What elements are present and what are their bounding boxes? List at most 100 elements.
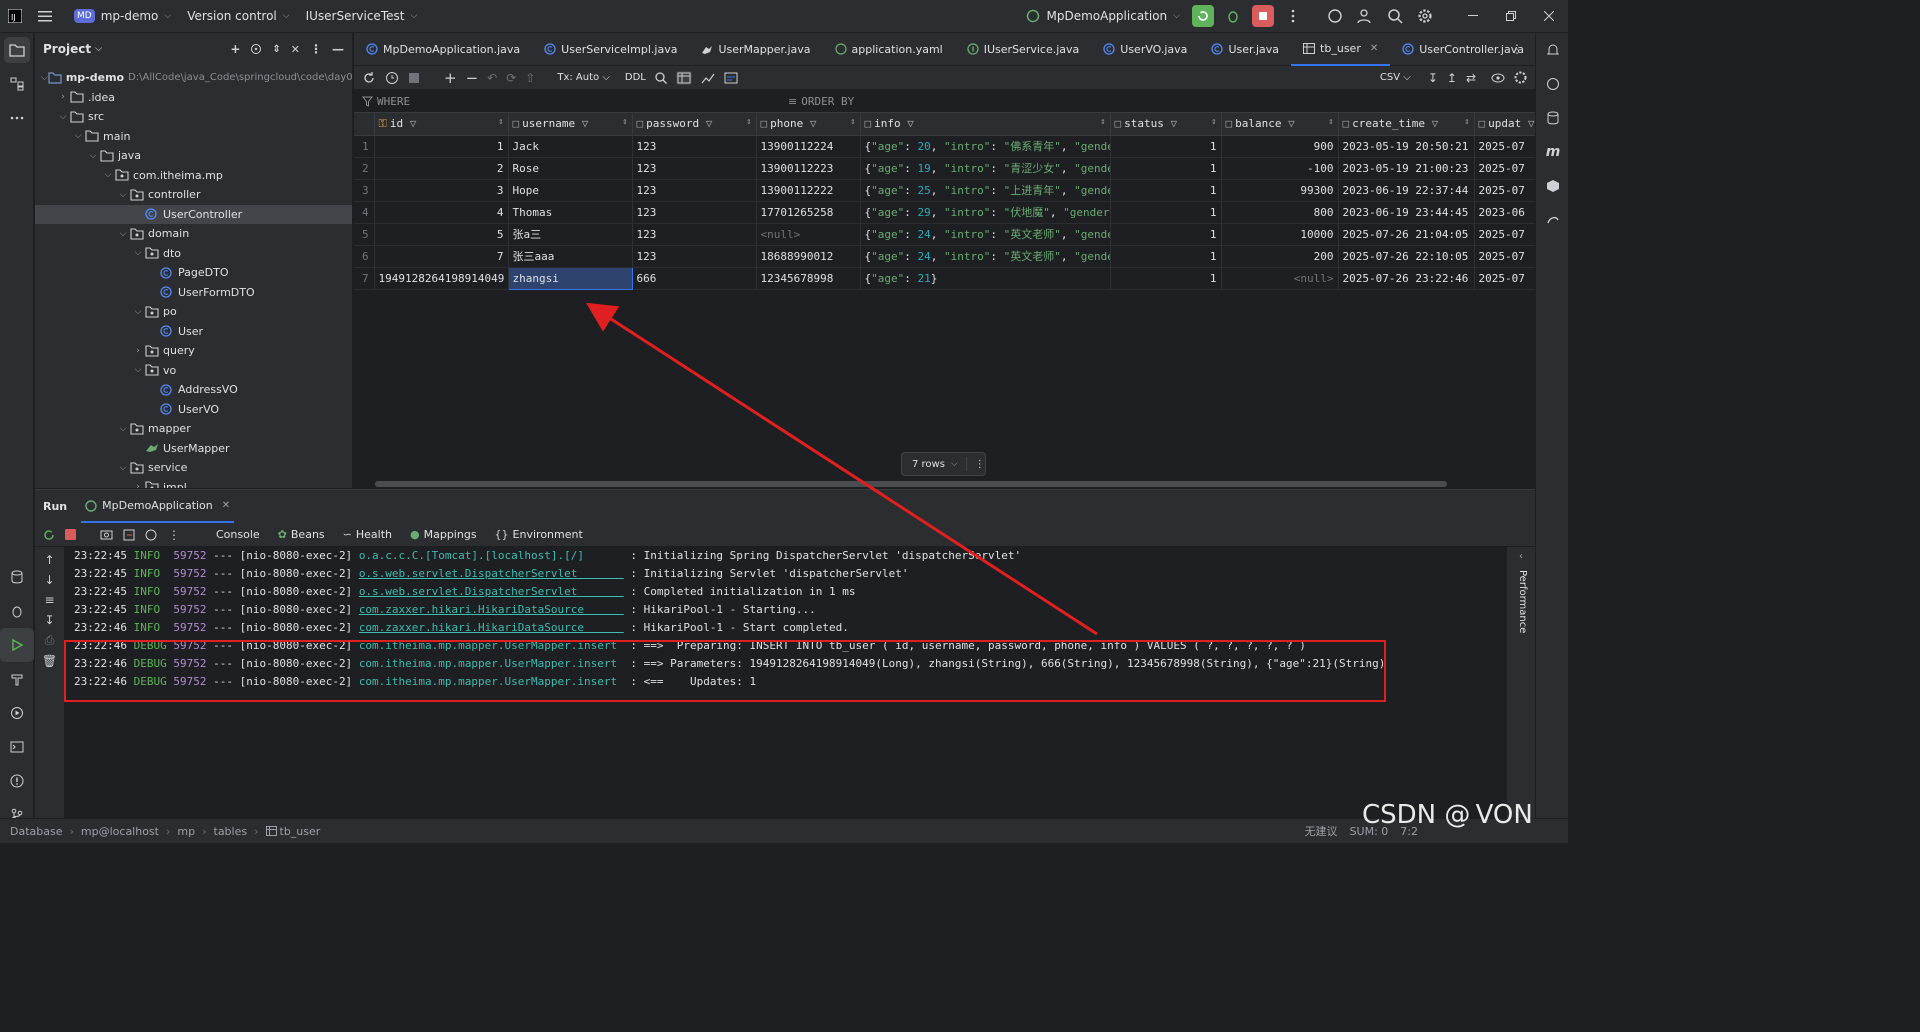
cell-id[interactable]: 4: [374, 201, 509, 224]
gradle-icon[interactable]: [1536, 203, 1570, 237]
cell-info[interactable]: {"age": 19, "intro": "青涩少女", "gender": [860, 157, 1111, 180]
tree-item-po[interactable]: ⌵ po: [35, 302, 352, 322]
collapse-left-icon[interactable]: ‹: [1507, 547, 1535, 562]
dump-icon[interactable]: [145, 529, 158, 541]
tree-item-domain[interactable]: ⌵ domain: [35, 224, 352, 244]
cell-phone[interactable]: 18688990012: [756, 245, 861, 268]
cell-create-time[interactable]: 2023-06-19 22:37:44: [1338, 179, 1475, 202]
sort-arrows-icon[interactable]: ⇕: [1464, 117, 1469, 127]
tab-iuserservice-java[interactable]: IUserService.java: [955, 33, 1092, 66]
breadcrumb-item[interactable]: tables: [214, 825, 248, 838]
column-filter-icon[interactable]: ▽: [706, 117, 713, 130]
table-row[interactable]: 3 3 Hope 123 13900112222 {"age": 25, "intro":…: [354, 179, 1535, 202]
tree-root[interactable]: ⌵ mp-demo D:\AllCode\java_Code\springcloud…: [35, 68, 352, 88]
cell-update-time[interactable]: 2025-07: [1474, 223, 1535, 246]
tree-item-user[interactable]: User: [35, 322, 352, 342]
tree-item--idea[interactable]: › .idea: [35, 88, 352, 108]
project-folder-icon[interactable]: [4, 37, 30, 63]
cell-password[interactable]: 123: [632, 157, 757, 180]
cell-id[interactable]: 1: [374, 135, 509, 158]
column-header-password[interactable]: □ password ▽ ⇕: [632, 113, 757, 136]
cell-create-time[interactable]: 2025-07-26 22:10:05: [1338, 245, 1475, 268]
build-hammer-icon[interactable]: [0, 662, 34, 696]
add-row-icon[interactable]: +: [444, 69, 457, 87]
sort-arrows-icon[interactable]: ⇕: [1328, 117, 1333, 127]
rows-more-icon[interactable]: ⋮: [975, 459, 985, 470]
column-header-username[interactable]: □ username ▽ ⇕: [508, 113, 633, 136]
cell-username[interactable]: zhangsi: [507, 266, 633, 290]
tab-tb-user[interactable]: tb_user ✕: [1291, 33, 1391, 66]
camera-icon[interactable]: [100, 529, 113, 540]
scroll-to-end-icon[interactable]: ↧: [44, 613, 54, 627]
delete-row-icon[interactable]: −: [466, 69, 479, 87]
column-filter-icon[interactable]: ▽: [1171, 117, 1178, 130]
cell-create-time[interactable]: 2023-05-19 21:00:23: [1338, 157, 1475, 180]
breadcrumb-item[interactable]: mp: [177, 825, 195, 838]
column-header-phone[interactable]: □ phone ▽ ⇕: [756, 113, 861, 136]
run-tab-health[interactable]: ∽ Health: [343, 528, 392, 541]
tree-item-dto[interactable]: ⌵ dto: [35, 244, 352, 264]
column-filter-icon[interactable]: ▽: [410, 117, 417, 130]
cell-balance[interactable]: 900: [1221, 135, 1339, 158]
main-menu-icon[interactable]: [30, 0, 60, 33]
tree-item-mapper[interactable]: ⌵ mapper: [35, 419, 352, 439]
sort-arrows-icon[interactable]: ⇕: [1100, 117, 1105, 127]
tree-item-usermapper[interactable]: UserMapper: [35, 439, 352, 459]
history-icon[interactable]: [385, 71, 399, 85]
collapse-all-icon[interactable]: ✕: [291, 43, 300, 56]
log-logger[interactable]: o.a.c.c.C.[Tomcat].[localhost].[/]: [359, 549, 624, 562]
maven-icon[interactable]: m: [1536, 135, 1570, 169]
log-logger[interactable]: com.zaxxer.hikari.HikariDataSource: [359, 621, 624, 634]
cell-update-time[interactable]: 2023-06: [1474, 201, 1535, 224]
clear-trash-icon[interactable]: 🗑: [42, 654, 57, 668]
database-icon[interactable]: [0, 560, 34, 594]
cell-password[interactable]: 123: [632, 179, 757, 202]
breadcrumb-item[interactable]: tb_user: [280, 825, 321, 838]
tab-uservo-java[interactable]: UserVO.java: [1091, 33, 1199, 66]
cell-phone[interactable]: 12345678998: [756, 267, 861, 290]
submit-icon[interactable]: ⇧: [525, 71, 535, 85]
cell-phone[interactable]: 13900112223: [756, 157, 861, 180]
cell-info[interactable]: {"age": 24, "intro": "英文老师", "gender": [860, 223, 1111, 246]
cell-info[interactable]: {"age": 24, "intro": "英文老师", "gender": [860, 245, 1111, 268]
cell-update-time[interactable]: 2025-07: [1474, 267, 1535, 290]
sort-arrows-icon[interactable]: ⇕: [850, 117, 855, 127]
cell-username[interactable]: Hope: [508, 179, 633, 202]
problems-icon[interactable]: [0, 764, 34, 798]
cell-balance[interactable]: -100: [1221, 157, 1339, 180]
add-user-icon[interactable]: [1350, 0, 1380, 33]
download-icon[interactable]: ↧: [1428, 71, 1438, 85]
notifications-bell-icon[interactable]: [1536, 33, 1570, 67]
column-filter-icon[interactable]: ▽: [582, 117, 589, 130]
tree-item-vo[interactable]: ⌵ vo: [35, 361, 352, 381]
column-filter-icon[interactable]: ▽: [907, 117, 914, 130]
column-header-balance[interactable]: □ balance ▽ ⇕: [1221, 113, 1339, 136]
more-tools-icon[interactable]: [0, 101, 34, 135]
tab-user-java[interactable]: User.java: [1199, 33, 1291, 66]
cell-password[interactable]: 123: [632, 135, 757, 158]
plugin-cube-icon[interactable]: [1536, 169, 1570, 203]
column-header-create_time[interactable]: □ create_time ▽ ⇕: [1338, 113, 1475, 136]
tree-item-uservo[interactable]: UserVO: [35, 400, 352, 420]
cell-status[interactable]: 1: [1110, 201, 1222, 224]
restore-button[interactable]: [1492, 0, 1530, 33]
tree-item-src[interactable]: ⌵ src: [35, 107, 352, 127]
run-tab-beans[interactable]: ✿ Beans: [278, 528, 325, 541]
cell-id[interactable]: 3: [374, 179, 509, 202]
cell-create-time[interactable]: 2025-07-26 21:04:05: [1338, 223, 1475, 246]
tree-item-service[interactable]: ⌵ service: [35, 458, 352, 478]
breadcrumb-item[interactable]: Database: [10, 825, 63, 838]
tx-mode-selector[interactable]: Tx: Auto ⌵: [557, 72, 610, 83]
tabs-more-icon[interactable]: ⋮: [1511, 42, 1523, 56]
run-tab-mappings[interactable]: ● Mappings: [410, 528, 477, 541]
settings-gear-icon[interactable]: [1410, 0, 1440, 33]
run-more-icon[interactable]: ⋮: [168, 528, 180, 542]
rows-count-badge[interactable]: 7 rows ⌵ ⋮: [901, 452, 986, 476]
cell-status[interactable]: 1: [1110, 267, 1222, 290]
column-filter-icon[interactable]: ▽: [1432, 117, 1439, 130]
column-filter-icon[interactable]: ▽: [810, 117, 817, 130]
cell-password[interactable]: 666: [632, 267, 757, 290]
tree-item-addressvo[interactable]: AddressVO: [35, 380, 352, 400]
options-more-icon[interactable]: ⋮: [310, 42, 322, 56]
exit-icon[interactable]: [123, 529, 135, 541]
